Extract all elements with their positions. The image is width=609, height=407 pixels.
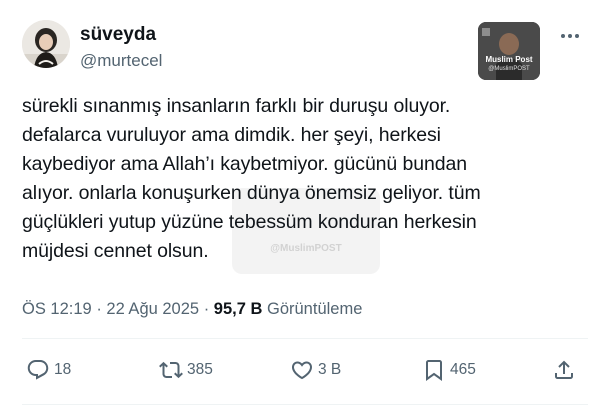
bookmark-button[interactable]: 465 [422,350,476,390]
retweet-icon [159,361,183,379]
retweet-button[interactable]: 385 [159,350,213,390]
tweet-text-line: müjdesi cennet olsun. [22,240,209,262]
profile-photo-icon [22,20,70,68]
reply-icon [27,360,49,380]
like-count: 3 B [318,361,342,378]
bookmark-icon [426,360,442,381]
more-options-icon[interactable] [558,26,582,46]
tweet-text-line: güçlükleri yutup yüzüne tebessüm kondura… [22,211,477,233]
views-count[interactable]: 95,7 B [214,300,263,318]
tweet-text-line: alıyor. onlarla konuşurken dünya önemsiz… [22,182,481,204]
tweet-meta: ÖS 12:19 · 22 Ağu 2025 · 95,7 B Görüntül… [22,300,362,319]
share-button[interactable] [552,350,576,390]
watermark-brand: Muslim Post [485,55,533,64]
tweet-text-line: defalarca vuruluyor ama dimdik. her şeyi… [22,124,441,146]
display-name[interactable]: süveyda [80,24,156,46]
bookmark-count: 465 [450,361,476,378]
divider [22,404,588,405]
tweet-date[interactable]: 22 Ağu 2025 [106,300,199,318]
views-label: Görüntüleme [267,300,363,318]
tweet-text: sürekli sınanmış insanların farklı bir d… [22,92,594,266]
tweet-card: süveyda @murtecel Muslim Post @MuslimPOS… [0,0,609,407]
divider [22,338,588,339]
meta-separator: · [203,300,210,318]
reply-button[interactable]: 18 [26,350,71,390]
retweet-count: 385 [187,361,213,378]
meta-separator: · [96,300,102,318]
watermark-brand-handle: @MuslimPOST [488,66,530,72]
like-button[interactable]: 3 B [290,350,341,390]
user-handle[interactable]: @murtecel [80,51,162,71]
reply-count: 18 [54,361,72,378]
heart-icon [291,361,313,380]
tweet-text-line: kaybediyor ama Allah’ı kaybetmiyor. gücü… [22,153,467,175]
tweet-time[interactable]: ÖS 12:19 [22,300,92,318]
tweet-text-line: sürekli sınanmış insanların farklı bir d… [22,95,451,117]
avatar[interactable] [22,20,70,68]
muslim-post-logo: Muslim Post @MuslimPOST [478,22,540,80]
action-bar: 18 385 3 B 465 [22,350,588,390]
share-icon [555,360,573,379]
